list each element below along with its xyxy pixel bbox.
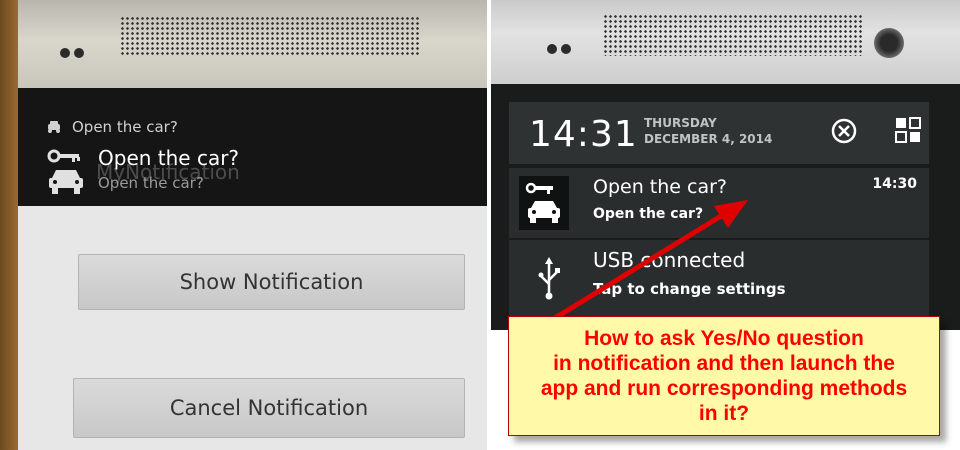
callout-line-4: in it? [698,402,750,425]
status-notification-text: Open the car? [72,118,178,136]
right-phone-screen: 14:31 THURSDAY DECEMBER 4, 2014 Open the… [491,84,960,330]
cancel-notification-button[interactable]: Cancel Notification [73,378,465,438]
car-key-icon [525,182,560,223]
left-phone-screen: Open the car? MyNotification Open the ca… [18,88,487,450]
right-phone-photo: 14:31 THURSDAY DECEMBER 4, 2014 Open the… [491,0,960,330]
day-label: THURSDAY [644,116,717,130]
show-notification-button[interactable]: Show Notification [78,254,465,310]
front-camera [874,28,904,58]
speaker-grille [120,16,420,56]
callout-line-2: in notification and then launch the [553,352,895,375]
notification-text: Open the car? [98,174,204,192]
left-phone-photo: Open the car? MyNotification Open the ca… [0,0,487,450]
notification-area: Open the car? MyNotification Open the ca… [18,88,487,206]
notification-time: 14:30 [872,176,917,192]
expanded-notification[interactable]: MyNotification Open the car? Open the ca… [46,146,486,202]
wood-background [0,0,18,450]
usb-notification-text: Tap to change settings [593,280,786,298]
notification-text: Open the car? [593,206,704,222]
status-bar-notification: Open the car? [46,118,178,136]
callout-line-1: How to ask Yes/No question [584,327,864,350]
quick-settings-icon[interactable] [894,116,922,144]
speaker-grille [603,14,863,56]
clock: 14:31 [529,114,638,155]
usb-notification-title: USB connected [593,248,746,272]
status-car-icon [48,121,60,133]
notification-title: Open the car? [593,176,727,198]
usb-icon [538,257,560,300]
callout-text: How to ask Yes/No question in notificati… [541,326,907,426]
car-notification[interactable]: Open the car? Open the car? 14:30 [509,168,929,238]
question-callout: How to ask Yes/No question in notificati… [508,316,940,436]
notification-icon-box [519,176,569,230]
callout-line-3: app and run corresponding methods [540,377,908,400]
clear-all-icon[interactable] [829,116,859,146]
phone-bezel-top [0,0,487,90]
date-label: DECEMBER 4, 2014 [644,132,773,146]
phone-bezel-top [491,0,960,82]
notification-title: Open the car? [98,146,240,170]
notification-shade-header: 14:31 THURSDAY DECEMBER 4, 2014 [509,102,929,164]
car-key-icon [47,149,83,194]
